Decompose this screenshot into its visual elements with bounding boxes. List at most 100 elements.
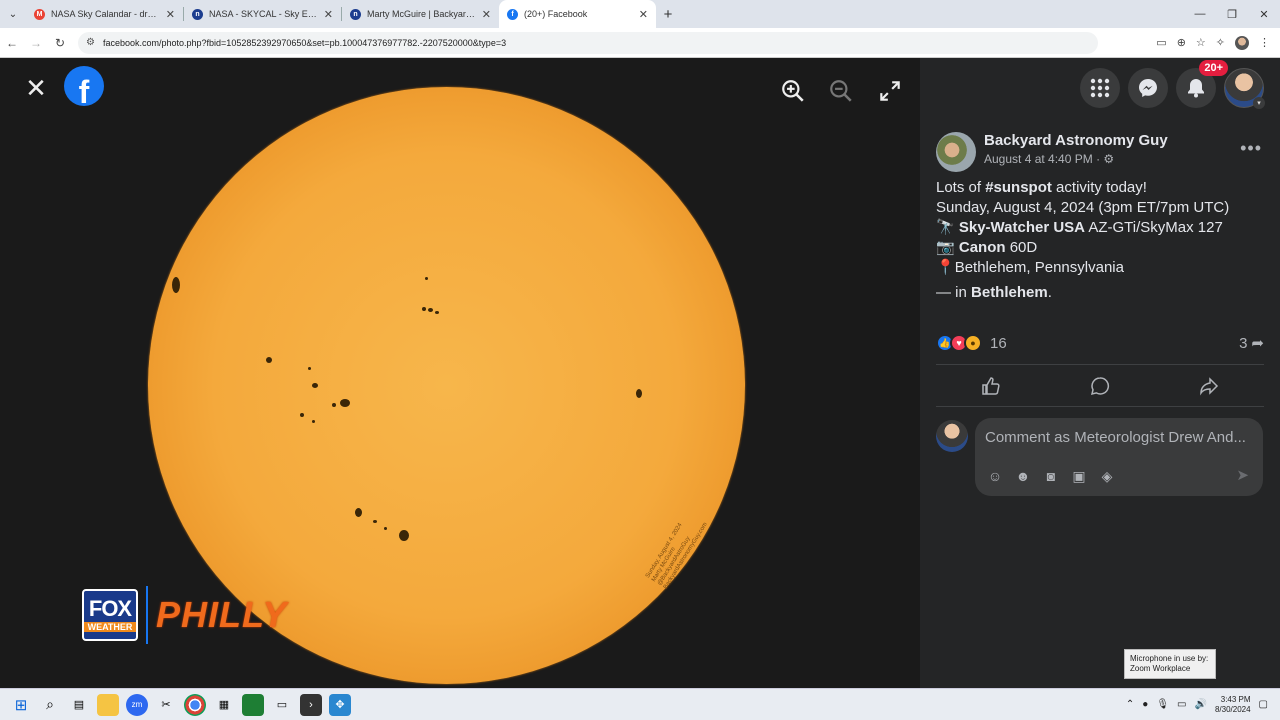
profile-avatar[interactable] xyxy=(1235,35,1249,50)
windows-start-icon[interactable]: ⊞ xyxy=(10,694,32,716)
extensions-icon[interactable]: ✧ xyxy=(1216,36,1225,49)
audience-gear-icon: ⚙ xyxy=(1103,152,1115,166)
browser-tab[interactable]: n Marty McGuire | Backyard Astro ✕ xyxy=(342,0,499,28)
page-mention-link[interactable]: Canon xyxy=(959,239,1006,256)
sticker-icon[interactable]: ◈ xyxy=(1099,468,1115,484)
share-count[interactable]: 3 ➦ xyxy=(1239,334,1264,353)
facebook-logo-icon[interactable]: f xyxy=(64,66,104,106)
clock[interactable]: 3:43 PM 8/30/2024 xyxy=(1215,695,1251,715)
messenger-icon[interactable] xyxy=(1128,68,1168,108)
avatar-sticker-icon[interactable]: ☺ xyxy=(987,468,1003,484)
notification-center-icon[interactable]: ▢ xyxy=(1259,699,1268,710)
share-arrow-icon: ➦ xyxy=(1251,335,1264,352)
app-blue-icon[interactable]: ✥ xyxy=(329,693,351,716)
zoom-icon[interactable]: ⊕ xyxy=(1177,36,1186,49)
send-icon[interactable]: ➤ xyxy=(1236,466,1249,484)
network-icon[interactable]: ▭ xyxy=(1177,699,1186,710)
address-bar[interactable]: ⚙ facebook.com/photo.php?fbid=1052852392… xyxy=(78,31,1098,54)
site-info-icon[interactable]: ⚙ xyxy=(86,37,95,48)
comment-button[interactable] xyxy=(1088,374,1112,398)
window-close-icon[interactable]: ✕ xyxy=(1248,0,1280,28)
gif-icon[interactable]: ▣ xyxy=(1071,468,1087,484)
camera-icon: 📷 xyxy=(936,239,955,256)
window-app-icon[interactable]: ▭ xyxy=(271,694,293,716)
menu-grid-icon[interactable] xyxy=(1080,68,1120,108)
fullscreen-icon[interactable] xyxy=(877,78,903,104)
comment-composer[interactable]: Comment as Meteorologist Drew And... ☺ ☻… xyxy=(975,418,1263,496)
browser-tab[interactable]: n NASA - SKYCAL - Sky Events Ca ✕ xyxy=(184,0,341,28)
bookmark-star-icon[interactable]: ☆ xyxy=(1196,36,1206,49)
network-app-icon[interactable]: ▦ xyxy=(213,694,235,716)
share-count-value: 3 xyxy=(1239,334,1248,352)
author-name[interactable]: Backyard Astronomy Guy xyxy=(984,132,1168,149)
sunspot xyxy=(384,527,387,530)
new-tab-icon[interactable]: + xyxy=(656,6,680,23)
post-date-row: August 4 at 4:40 PM · ⚙ xyxy=(984,152,1168,166)
page-mention-link[interactable]: Sky-Watcher USA xyxy=(959,219,1085,236)
more-options-icon[interactable]: ••• xyxy=(1240,138,1262,159)
reactions-row: 👍 ♥ ● 16 3 ➦ xyxy=(936,334,1264,352)
cast-icon[interactable]: ▭ xyxy=(1156,36,1166,49)
tab-search-icon[interactable]: ⌄ xyxy=(0,0,26,28)
reaction-count[interactable]: 16 xyxy=(990,335,1007,352)
account-avatar[interactable]: ▾ xyxy=(1224,68,1265,109)
sunspot xyxy=(266,357,272,363)
post-text: Lots of #sunspot activity today! Sunday,… xyxy=(936,178,1266,303)
logo-lower-word: WEATHER xyxy=(84,622,136,632)
zoom-tray-icon[interactable]: ● xyxy=(1142,699,1148,710)
snipping-tool-icon[interactable]: ✂ xyxy=(155,694,177,716)
author-avatar[interactable] xyxy=(936,132,976,172)
location-link[interactable]: Bethlehem xyxy=(971,284,1048,301)
comment-input[interactable]: Comment as Meteorologist Drew And... xyxy=(985,429,1255,446)
share-icon xyxy=(1200,377,1219,396)
pushpin-icon: 📍 xyxy=(936,259,955,276)
close-tab-icon[interactable]: ✕ xyxy=(482,8,491,21)
browser-tab-active[interactable]: f (20+) Facebook ✕ xyxy=(499,0,656,28)
post-date[interactable]: August 4 at 4:40 PM xyxy=(984,152,1093,166)
close-tab-icon[interactable]: ✕ xyxy=(166,8,175,21)
hashtag-link[interactable]: #sunspot xyxy=(985,179,1052,196)
search-icon[interactable]: ⌕ xyxy=(39,694,61,716)
like-button[interactable] xyxy=(979,374,1003,398)
emoji-icon[interactable]: ☻ xyxy=(1015,468,1031,484)
browser-tab-bar: ⌄ M NASA Sky Calandar - drewande ✕ n NAS… xyxy=(0,0,1280,28)
microphone-tooltip: Microphone in use by: Zoom Workplace xyxy=(1124,649,1216,679)
volume-icon[interactable]: 🔊 xyxy=(1195,699,1207,710)
zoom-in-icon[interactable] xyxy=(780,78,806,104)
sunspot xyxy=(422,307,426,311)
browser-toolbar: ← → ↻ ⚙ facebook.com/photo.php?fbid=1052… xyxy=(0,28,1280,58)
gmail-icon: M xyxy=(34,8,45,20)
task-view-icon[interactable]: ▤ xyxy=(68,694,90,716)
post-line: Lots of #sunspot activity today! xyxy=(936,178,1266,198)
menu-kebab-icon[interactable]: ⋮ xyxy=(1259,36,1270,49)
wow-reaction-icon[interactable]: ● xyxy=(964,334,982,352)
chrome-icon[interactable] xyxy=(184,693,206,716)
tray-chevron-up-icon[interactable]: ⌃ xyxy=(1126,699,1134,710)
sunspot xyxy=(172,277,180,293)
system-tray: ⌃ ● 🎙 ▭ 🔊 3:43 PM 8/30/2024 ▢ xyxy=(1126,695,1280,715)
notifications-icon[interactable]: 20+ xyxy=(1176,60,1228,108)
microphone-icon[interactable]: 🎙 xyxy=(1156,699,1169,710)
clock-time: 3:43 PM xyxy=(1220,694,1251,704)
browser-tab[interactable]: M NASA Sky Calandar - drewande ✕ xyxy=(26,0,183,28)
commenter-avatar[interactable] xyxy=(936,420,968,452)
post-line: 📷 Canon 60D xyxy=(936,238,1266,258)
zoom-out-icon[interactable] xyxy=(828,78,854,104)
forward-icon[interactable]: → xyxy=(24,36,48,50)
back-icon[interactable]: ← xyxy=(0,36,24,50)
close-tab-icon[interactable]: ✕ xyxy=(639,8,648,21)
app-green-icon[interactable] xyxy=(242,693,264,716)
post-meta: Backyard Astronomy Guy August 4 at 4:40 … xyxy=(984,132,1168,172)
reload-icon[interactable]: ↻ xyxy=(48,36,72,50)
close-tab-icon[interactable]: ✕ xyxy=(324,8,333,21)
close-icon[interactable]: ✕ xyxy=(22,74,50,102)
sunspot xyxy=(300,413,304,417)
restore-icon[interactable]: ❐ xyxy=(1216,0,1248,28)
camera-icon[interactable]: ◙ xyxy=(1043,468,1059,484)
zoom-app-icon[interactable]: zm xyxy=(126,693,148,716)
minimize-icon[interactable]: — xyxy=(1184,0,1216,28)
sunspot xyxy=(399,530,409,541)
terminal-icon[interactable]: › xyxy=(300,693,322,716)
share-button[interactable] xyxy=(1197,374,1221,398)
file-explorer-icon[interactable] xyxy=(97,693,119,716)
